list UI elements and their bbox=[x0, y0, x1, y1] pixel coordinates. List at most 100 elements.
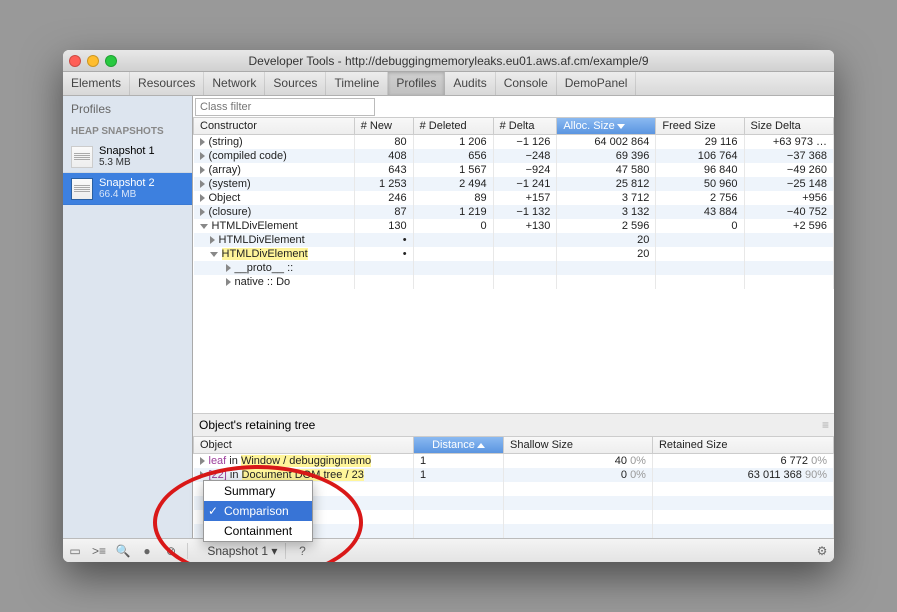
col-freed-size[interactable]: Freed Size bbox=[656, 118, 744, 135]
table-row[interactable]: __proto__ :: bbox=[194, 261, 834, 275]
content: Constructor # New # Deleted # Delta Allo… bbox=[193, 96, 834, 538]
cell-constructor: HTMLDivElement bbox=[194, 219, 355, 233]
devtools-window: Developer Tools - http://debuggingmemory… bbox=[63, 50, 834, 562]
minimize-icon[interactable] bbox=[87, 55, 99, 67]
tab-network[interactable]: Network bbox=[204, 72, 265, 95]
cell-new: • bbox=[354, 233, 413, 247]
tab-sources[interactable]: Sources bbox=[265, 72, 326, 95]
cell-freed: 29 116 bbox=[656, 135, 744, 150]
table-row[interactable]: Object24689+1573 7122 756+956 bbox=[194, 191, 834, 205]
help-icon[interactable]: ? bbox=[294, 543, 310, 559]
sidebar-item-snapshot-1[interactable]: Snapshot 15.3 MB bbox=[63, 141, 192, 173]
separator bbox=[187, 543, 188, 559]
search-icon[interactable]: 🔍 bbox=[115, 543, 131, 559]
col-deleted[interactable]: # Deleted bbox=[413, 118, 493, 135]
disclosure-closed-icon[interactable] bbox=[200, 152, 205, 160]
col-size-delta[interactable]: Size Delta bbox=[744, 118, 833, 135]
cell-size-delta: −40 752 bbox=[744, 205, 833, 219]
cell-alloc bbox=[557, 261, 656, 275]
disclosure-closed-icon[interactable] bbox=[226, 264, 231, 272]
disclosure-closed-icon[interactable] bbox=[200, 166, 205, 174]
table-row[interactable]: (string)801 206−1 12664 002 86429 116+63… bbox=[194, 135, 834, 150]
ret-col-object[interactable]: Object bbox=[194, 437, 414, 454]
disclosure-open-icon[interactable] bbox=[200, 224, 208, 229]
disclosure-closed-icon[interactable] bbox=[210, 236, 215, 244]
ret-col-retained[interactable]: Retained Size bbox=[652, 437, 833, 454]
cell-size-delta: −37 368 bbox=[744, 149, 833, 163]
cell-new: 246 bbox=[354, 191, 413, 205]
disclosure-open-icon[interactable] bbox=[210, 252, 218, 257]
close-icon[interactable] bbox=[69, 55, 81, 67]
cell-deleted: 89 bbox=[413, 191, 493, 205]
cell-size-delta: −25 148 bbox=[744, 177, 833, 191]
disclosure-closed-icon[interactable] bbox=[200, 194, 205, 202]
dropdown-item-comparison[interactable]: ✓Comparison bbox=[204, 501, 312, 521]
class-filter-input[interactable] bbox=[195, 98, 375, 116]
cell-deleted: 1 219 bbox=[413, 205, 493, 219]
disclosure-closed-icon[interactable] bbox=[200, 471, 205, 479]
titlebar[interactable]: Developer Tools - http://debuggingmemory… bbox=[63, 50, 834, 72]
tab-resources[interactable]: Resources bbox=[130, 72, 204, 95]
tab-audits[interactable]: Audits bbox=[445, 72, 495, 95]
col-alloc-size[interactable]: Alloc. Size bbox=[557, 118, 656, 135]
disclosure-closed-icon[interactable] bbox=[226, 278, 231, 286]
cell-size-delta: +63 973 … bbox=[744, 135, 833, 150]
cell-deleted: 0 bbox=[413, 219, 493, 233]
disclosure-closed-icon[interactable] bbox=[200, 138, 205, 146]
dropdown-item-containment[interactable]: Containment bbox=[204, 521, 312, 541]
table-row[interactable]: leaf in Window / debuggingmemo140 0%6 77… bbox=[194, 454, 834, 469]
table-row[interactable]: native :: Do bbox=[194, 275, 834, 289]
cell-new: 130 bbox=[354, 219, 413, 233]
cell-alloc: 47 580 bbox=[557, 163, 656, 177]
tab-elements[interactable]: Elements bbox=[63, 72, 130, 95]
disclosure-closed-icon[interactable] bbox=[200, 180, 205, 188]
table-row[interactable]: (compiled code)408656−24869 396106 764−3… bbox=[194, 149, 834, 163]
table-row[interactable]: HTMLDivElement•20 bbox=[194, 233, 834, 247]
cell-freed: 0 bbox=[656, 219, 744, 233]
cell-alloc: 2 596 bbox=[557, 219, 656, 233]
console-icon[interactable]: >≡ bbox=[91, 543, 107, 559]
table-row[interactable]: (system)1 2532 494−1 24125 81250 960−25 … bbox=[194, 177, 834, 191]
table-row[interactable]: (array)6431 567−92447 58096 840−49 260 bbox=[194, 163, 834, 177]
sidebar: Profiles HEAP SNAPSHOTS Snapshot 15.3 MB… bbox=[63, 96, 193, 538]
traffic-lights bbox=[69, 55, 117, 67]
baseline-snapshot-dropdown[interactable]: Snapshot 1 ▾ bbox=[207, 544, 277, 558]
tab-demopanel[interactable]: DemoPanel bbox=[557, 72, 637, 95]
tab-profiles[interactable]: Profiles bbox=[388, 72, 445, 95]
cell-deleted: 1 206 bbox=[413, 135, 493, 150]
disclosure-closed-icon[interactable] bbox=[200, 208, 205, 216]
cell-distance: 1 bbox=[414, 454, 504, 469]
tab-timeline[interactable]: Timeline bbox=[326, 72, 388, 95]
cell-deleted bbox=[413, 247, 493, 261]
clear-icon[interactable]: ⊘ bbox=[163, 543, 179, 559]
col-constructor[interactable]: Constructor bbox=[194, 118, 355, 135]
comparison-grid[interactable]: Constructor # New # Deleted # Delta Allo… bbox=[193, 118, 834, 413]
col-delta[interactable]: # Delta bbox=[493, 118, 557, 135]
grid-header-row: Constructor # New # Deleted # Delta Allo… bbox=[194, 118, 834, 135]
tab-console[interactable]: Console bbox=[496, 72, 557, 95]
disclosure-closed-icon[interactable] bbox=[200, 457, 205, 465]
cell-alloc: 25 812 bbox=[557, 177, 656, 191]
view-dropdown[interactable] bbox=[196, 544, 199, 558]
ret-col-shallow[interactable]: Shallow Size bbox=[504, 437, 653, 454]
cell-delta: −924 bbox=[493, 163, 557, 177]
table-row[interactable]: (closure)871 219−1 1323 13243 884−40 752 bbox=[194, 205, 834, 219]
cell-new: 80 bbox=[354, 135, 413, 150]
cell-constructor: native :: Do bbox=[194, 275, 355, 289]
table-row[interactable]: HTMLDivElement1300+1302 5960+2 596 bbox=[194, 219, 834, 233]
ret-col-distance[interactable]: Distance bbox=[414, 437, 504, 454]
record-icon[interactable]: ● bbox=[139, 543, 155, 559]
dock-icon[interactable]: ▭ bbox=[67, 543, 83, 559]
dropdown-item-summary[interactable]: Summary bbox=[204, 481, 312, 501]
sidebar-item-snapshot-2[interactable]: Snapshot 266.4 MB bbox=[63, 173, 192, 205]
retaining-tree-title: Object's retaining tree ≡ bbox=[193, 413, 834, 437]
table-row[interactable]: HTMLDivElement•20 bbox=[194, 247, 834, 261]
cell-new: 643 bbox=[354, 163, 413, 177]
cell-deleted: 1 567 bbox=[413, 163, 493, 177]
maximize-icon[interactable] bbox=[105, 55, 117, 67]
settings-icon[interactable]: ⚙ bbox=[814, 543, 830, 559]
menu-icon[interactable]: ≡ bbox=[822, 418, 828, 432]
col-new[interactable]: # New bbox=[354, 118, 413, 135]
cell-new: 408 bbox=[354, 149, 413, 163]
cell-size-delta bbox=[744, 247, 833, 261]
